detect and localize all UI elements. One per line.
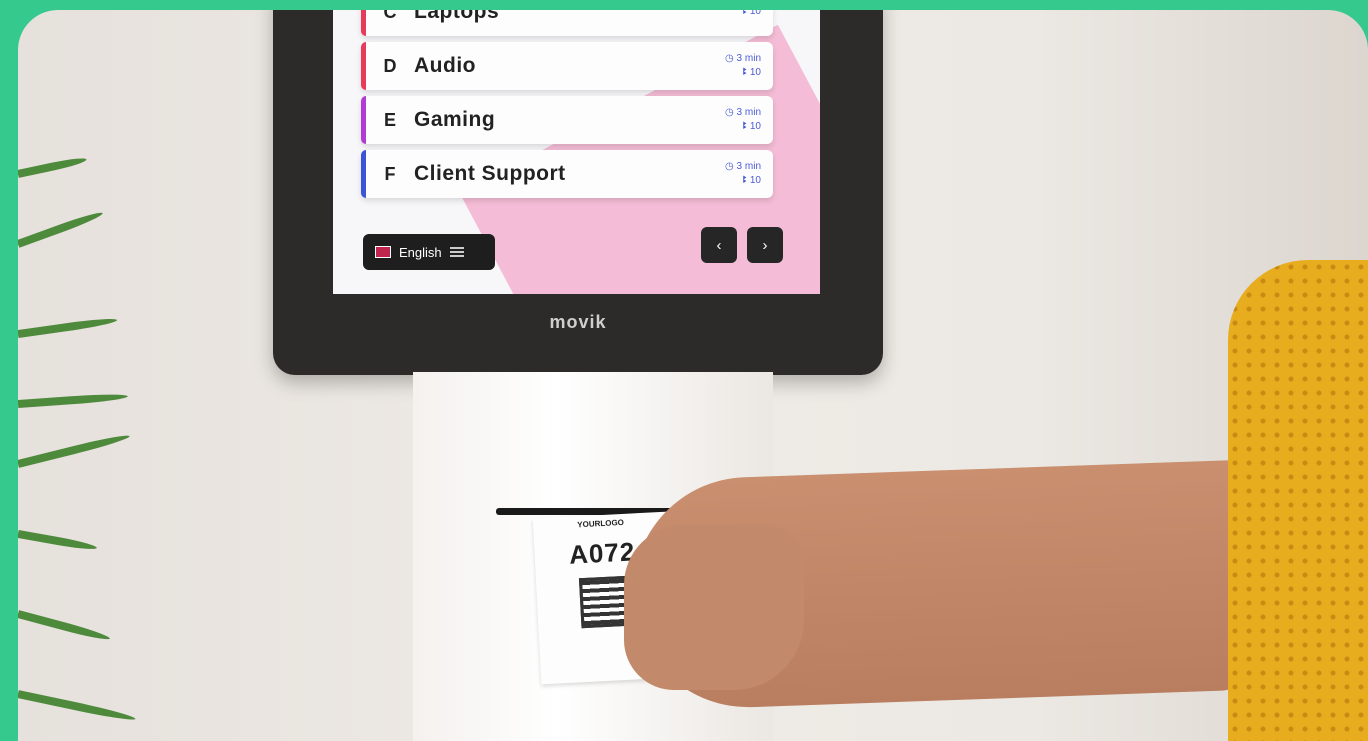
language-label: English — [399, 244, 442, 260]
plant-leaf — [18, 392, 129, 408]
queue-name: Laptops — [414, 10, 500, 23]
queue-meta: ◷ 3 min ꔪ 10 — [681, 106, 773, 134]
people-icon: ꔪ — [742, 175, 750, 186]
language-selector[interactable]: English — [363, 234, 495, 270]
chevron-right-icon: › — [762, 236, 768, 254]
people-icon: ꔪ — [742, 121, 750, 132]
plant-leaf — [18, 530, 98, 552]
clock-icon: ◷ — [725, 161, 737, 172]
queue-name: Audio — [414, 54, 476, 77]
queue-letter: E — [383, 109, 396, 130]
plant-leaf — [18, 209, 104, 248]
queue-count: 10 — [749, 121, 761, 132]
queue-name: Client Support — [414, 162, 566, 185]
people-icon: ꔪ — [742, 67, 750, 78]
queue-count: 10 — [749, 67, 761, 78]
clock-icon: ◷ — [725, 107, 737, 118]
queue-row-gaming[interactable]: E Gaming ◷ 3 min ꔪ 10 — [361, 96, 773, 144]
clock-icon: ◷ — [725, 53, 737, 64]
queue-letter: C — [383, 10, 397, 22]
queue-letter: F — [384, 163, 396, 184]
queue-name: Gaming — [414, 108, 496, 131]
queue-meta: ꔪ 10 — [681, 10, 773, 19]
kiosk-brand-logo: movik — [549, 312, 607, 332]
queue-count: 10 — [749, 175, 761, 186]
queue-row-client-support[interactable]: F Client Support ◷ 3 min ꔪ 10 — [361, 150, 773, 198]
queue-meta: ◷ 3 min ꔪ 10 — [681, 160, 773, 188]
uk-flag-icon — [375, 246, 391, 258]
plant-leaf — [18, 432, 131, 468]
queue-meta: ◷ 3 min ꔪ 10 — [681, 52, 773, 80]
plant-leaf — [18, 155, 88, 178]
menu-icon — [449, 247, 464, 257]
photo: C Laptops ꔪ 10 D Audio ◷ 3 min ꔪ 10 E Ga… — [18, 10, 1368, 741]
plant-leaf — [18, 610, 111, 643]
queue-row-audio[interactable]: D Audio ◷ 3 min ꔪ 10 — [361, 42, 773, 90]
person-hand — [624, 525, 804, 690]
queue-count: 10 — [749, 10, 761, 17]
next-page-button[interactable]: › — [747, 227, 783, 263]
queue-wait: 3 min — [736, 53, 761, 64]
person-yellow-shirt — [1228, 260, 1368, 741]
queue-wait: 3 min — [736, 107, 761, 118]
plant-leaf — [18, 316, 118, 338]
chevron-left-icon: ‹ — [716, 236, 722, 254]
queue-letter: D — [383, 55, 397, 76]
plant-leaf — [18, 690, 137, 723]
kiosk-monitor: C Laptops ꔪ 10 D Audio ◷ 3 min ꔪ 10 E Ga… — [273, 10, 883, 375]
people-icon: ꔪ — [742, 10, 750, 17]
kiosk-screen: C Laptops ꔪ 10 D Audio ◷ 3 min ꔪ 10 E Ga… — [333, 10, 820, 294]
queue-wait: 3 min — [736, 161, 761, 172]
queue-row-laptops[interactable]: C Laptops ꔪ 10 — [361, 10, 773, 36]
prev-page-button[interactable]: ‹ — [701, 227, 737, 263]
